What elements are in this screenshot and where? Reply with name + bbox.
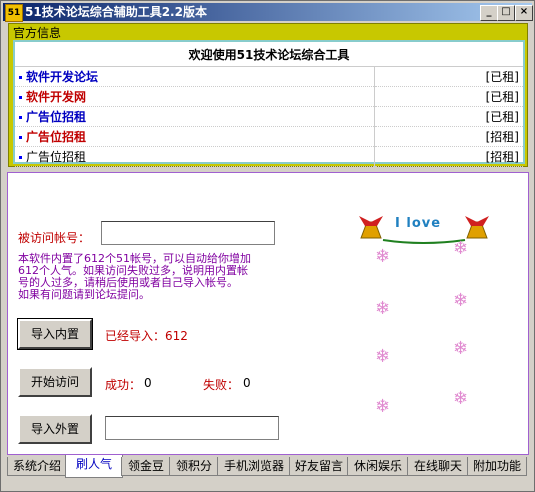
announcement-status: [已租] <box>374 86 523 107</box>
tab-extra-features[interactable]: 附加功能 <box>467 457 527 476</box>
official-info-label: 官方信息 <box>13 26 62 40</box>
info-text: 本软件内置了612个51帐号，可以自动给你增加 612个人气。如果访问失败过多，… <box>18 253 348 301</box>
announcement-status: [招租] <box>374 146 523 167</box>
announcement-header: 欢迎使用51技术论坛综合工具 <box>15 42 523 67</box>
tab-system-intro[interactable]: 系统介绍 <box>7 457 67 476</box>
announcement-link[interactable]: 广告位招租 <box>15 126 375 147</box>
imported-count: 已经导入：612 <box>105 329 188 343</box>
snowflake-icon: ❄ <box>375 346 391 367</box>
start-visit-button[interactable]: 开始访问 <box>18 367 92 397</box>
tab-boost-popularity[interactable]: 刷人气 <box>65 455 123 478</box>
decoration-area: I love ❄ ❄ ❄ ❄ ❄ ❄ ❄ ❄ <box>353 208 503 448</box>
snowflake-icon: ❄ <box>375 298 391 319</box>
announcement-row[interactable]: 广告位招租 [招租] <box>15 146 523 167</box>
announcement-table: 欢迎使用51技术论坛综合工具 软件开发论坛 [已租] 软件开发网 [已租] 广告… <box>15 42 523 167</box>
snowflake-icon: ❄ <box>375 246 391 267</box>
bullet-icon <box>19 76 22 79</box>
app-icon: 51 <box>5 4 23 22</box>
maximize-button[interactable]: □ <box>497 5 515 21</box>
window-title: 51技术论坛综合辅助工具2.2版本 <box>25 5 207 19</box>
official-info-group: 官方信息 欢迎使用51技术论坛综合工具 软件开发论坛 [已租] 软件开发网 [已… <box>8 23 528 167</box>
tab-friend-message[interactable]: 好友留言 <box>289 457 349 476</box>
minimize-button[interactable]: _ <box>480 5 498 21</box>
snowflake-icon: ❄ <box>453 388 469 409</box>
announcement-link-text[interactable]: 软件开发网 <box>26 90 86 104</box>
tab-gold-beans[interactable]: 领金豆 <box>121 457 171 476</box>
bullet-icon <box>19 156 22 159</box>
account-input[interactable] <box>101 221 275 245</box>
announcement-row[interactable]: 广告位招租 [招租] <box>15 126 523 147</box>
tab-points[interactable]: 领积分 <box>169 457 219 476</box>
announcement-link-text[interactable]: 软件开发论坛 <box>26 70 98 84</box>
bullet-icon <box>19 136 22 139</box>
app-window: 51 51技术论坛综合辅助工具2.2版本 _ □ × 官方信息 欢迎使用51技术… <box>0 0 535 492</box>
boost-popularity-panel: 被访问帐号： 本软件内置了612个51帐号，可以自动给你增加 612个人气。如果… <box>7 172 529 455</box>
import-internal-button[interactable]: 导入内置 <box>17 318 93 350</box>
tab-online-chat[interactable]: 在线聊天 <box>407 457 469 476</box>
external-file-input[interactable] <box>105 416 279 440</box>
announcement-link[interactable]: 软件开发网 <box>15 86 375 107</box>
title-bar[interactable]: 51 51技术论坛综合辅助工具2.2版本 _ □ × <box>3 3 533 22</box>
snowflake-icon: ❄ <box>453 338 469 359</box>
success-label: 成功： <box>105 378 142 392</box>
success-value: 0 <box>144 376 152 390</box>
announcement-link-text[interactable]: 广告位招租 <box>26 130 86 144</box>
announcement-status: [已租] <box>374 106 523 127</box>
bullet-icon <box>19 96 22 99</box>
tab-leisure[interactable]: 休闲娱乐 <box>347 457 409 476</box>
announcement-row[interactable]: 广告位招租 [已租] <box>15 106 523 127</box>
fail-value: 0 <box>243 376 251 390</box>
account-label: 被访问帐号： <box>18 231 91 245</box>
announcement-link-text[interactable]: 广告位招租 <box>26 150 86 164</box>
announcement-link[interactable]: 广告位招租 <box>15 146 375 167</box>
snowflake-icon: ❄ <box>453 238 469 259</box>
snowflake-icon: ❄ <box>453 290 469 311</box>
fail-label: 失败： <box>203 378 240 392</box>
info-line: 如果有问题请到论坛提问。 <box>18 288 150 301</box>
close-button[interactable]: × <box>515 5 533 21</box>
announcement-status: [已租] <box>374 66 523 87</box>
bullet-icon <box>19 116 22 119</box>
announcement-link[interactable]: 广告位招租 <box>15 106 375 127</box>
tab-bar: 系统介绍 刷人气 领金豆 领积分 手机浏览器 好友留言 休闲娱乐 在线聊天 附加… <box>7 455 527 478</box>
i-love-decor-text: I love <box>395 216 442 231</box>
announcement-link[interactable]: 软件开发论坛 <box>15 66 375 87</box>
import-external-button[interactable]: 导入外置 <box>18 414 92 444</box>
snowflake-icon: ❄ <box>375 396 391 417</box>
announcement-board: 欢迎使用51技术论坛综合工具 软件开发论坛 [已租] 软件开发网 [已租] 广告… <box>13 40 525 167</box>
announcement-link-text[interactable]: 广告位招租 <box>26 110 86 124</box>
announcement-row[interactable]: 软件开发论坛 [已租] <box>15 66 523 87</box>
tab-mobile-browser[interactable]: 手机浏览器 <box>217 457 291 476</box>
announcement-row[interactable]: 软件开发网 [已租] <box>15 86 523 107</box>
announcement-status: [招租] <box>374 126 523 147</box>
